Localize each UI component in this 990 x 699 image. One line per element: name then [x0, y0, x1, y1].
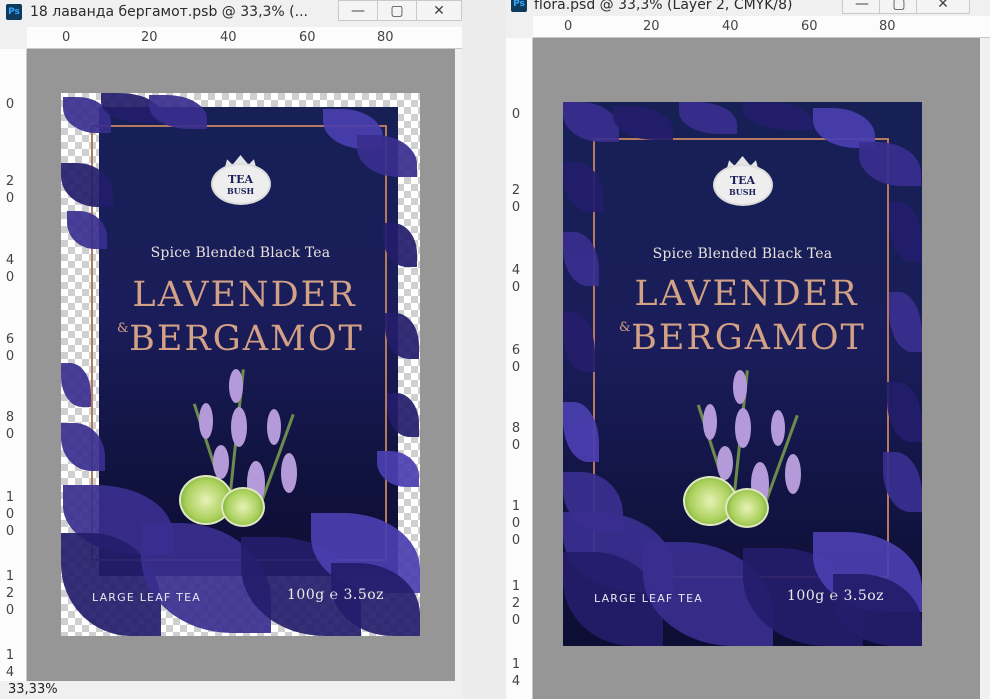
ruler-label: 40 — [5, 253, 15, 285]
close-button[interactable]: ✕ — [916, 0, 970, 14]
tea-bush-logo: TEA BUSH — [709, 156, 777, 208]
document-title: 18 лаванда бергамот.psb @ 33,3% (... — [30, 4, 308, 20]
lavender-flower — [717, 446, 733, 480]
photoshop-icon: Ps — [6, 4, 22, 20]
bergamot-slice — [725, 488, 769, 528]
document-window-flora-psd[interactable]: Ps flora.psd @ 33,3% (Layer 2, CMYK/8) —… — [506, 0, 990, 699]
lavender-flower — [733, 370, 747, 404]
ruler-label: 40 — [722, 19, 739, 34]
title-bar[interactable]: Ps 18 лаванда бергамот.psb @ 33,3% (... … — [0, 0, 462, 27]
zoom-level[interactable]: 33,33% — [0, 681, 64, 699]
lavender-flower — [231, 407, 247, 447]
ruler-label: 20 — [643, 19, 660, 34]
lavender-flower — [281, 453, 297, 493]
ruler-label: 0 — [511, 107, 521, 122]
lavender-flower — [267, 409, 281, 445]
ruler-label: 60 — [511, 343, 521, 375]
ruler-label: 40 — [220, 30, 237, 45]
close-button[interactable]: ✕ — [416, 0, 462, 21]
large-leaf-label: LARGE LEAF TEA — [92, 591, 201, 604]
basil-leaf — [61, 363, 91, 407]
ruler-label: 0 — [62, 30, 71, 45]
logo-word-tea: TEA — [729, 174, 756, 187]
title-bar[interactable]: Ps flora.psd @ 33,3% (Layer 2, CMYK/8) —… — [506, 0, 990, 16]
ruler-label: 0 — [564, 19, 573, 34]
vertical-ruler[interactable]: 0 20 40 60 80 100 120 14 — [506, 38, 533, 699]
ruler-label: 0 — [5, 97, 15, 112]
workspace-gap — [462, 0, 506, 699]
lavender-flower — [771, 410, 785, 446]
ruler-label: 20 — [511, 183, 521, 215]
product-name-line1: LAVENDER — [132, 275, 357, 315]
net-weight: 100g ℮ 3.5oz — [787, 588, 885, 604]
logo-word-bush: BUSH — [728, 187, 757, 197]
lavender-flower — [703, 404, 717, 440]
maximize-button[interactable]: ▢ — [879, 0, 919, 14]
maximize-button[interactable]: ▢ — [377, 0, 417, 21]
ruler-label: 14 — [5, 648, 15, 680]
product-subtitle: Spice Blended Black Tea — [150, 245, 331, 261]
ruler-label: 60 — [5, 332, 15, 364]
lavender-flower — [735, 408, 751, 448]
ruler-label: 60 — [299, 30, 316, 45]
ruler-label: 120 — [511, 579, 521, 628]
ruler-label: 20 — [5, 174, 15, 206]
ruler-label: 60 — [801, 19, 818, 34]
horizontal-ruler[interactable]: 0 20 40 60 80 — [27, 27, 462, 49]
ruler-label: 120 — [5, 569, 15, 618]
vertical-ruler[interactable]: 0 20 40 60 80 100 120 14 — [0, 49, 27, 681]
ruler-label: 80 — [377, 30, 394, 45]
logo-word-bush: BUSH — [226, 186, 255, 196]
ruler-label: 80 — [511, 421, 521, 453]
ruler-label: 100 — [5, 490, 15, 539]
ruler-label: 80 — [5, 410, 15, 442]
product-name-line2: BERGAMOT — [631, 318, 866, 358]
ruler-label: 80 — [879, 19, 896, 34]
minimize-button[interactable]: — — [842, 0, 882, 14]
photoshop-icon: Ps — [511, 0, 527, 12]
net-weight: 100g ℮ 3.5oz — [287, 587, 385, 603]
tea-package-artwork[interactable]: TEA BUSH Spice Blended Black Tea LAVENDE… — [61, 93, 420, 636]
tea-package-artwork[interactable]: TEA BUSH Spice Blended Black Tea LAVENDE… — [563, 102, 922, 646]
ruler-label: 14 — [511, 657, 521, 689]
tea-bush-logo: TEA BUSH — [207, 155, 275, 207]
document-window-lavender-psb[interactable]: Ps 18 лаванда бергамот.psb @ 33,3% (... … — [0, 0, 462, 699]
horizontal-ruler[interactable]: 0 20 40 60 80 — [533, 16, 990, 38]
product-name-line1: LAVENDER — [634, 274, 859, 314]
product-name-line2: BERGAMOT — [129, 319, 364, 359]
minimize-button[interactable]: — — [338, 0, 378, 21]
lavender-flower — [785, 454, 801, 494]
product-subtitle: Spice Blended Black Tea — [652, 246, 833, 262]
lavender-flower — [229, 369, 243, 403]
ruler-label: 100 — [511, 499, 521, 548]
ruler-label: 20 — [141, 30, 158, 45]
ruler-label: 40 — [511, 263, 521, 295]
document-title: flora.psd @ 33,3% (Layer 2, CMYK/8) — [534, 0, 793, 13]
lavender-flower — [213, 445, 229, 479]
lavender-flower — [199, 403, 213, 439]
bergamot-slice — [221, 487, 265, 527]
large-leaf-label: LARGE LEAF TEA — [594, 592, 703, 605]
logo-word-tea: TEA — [227, 173, 254, 186]
